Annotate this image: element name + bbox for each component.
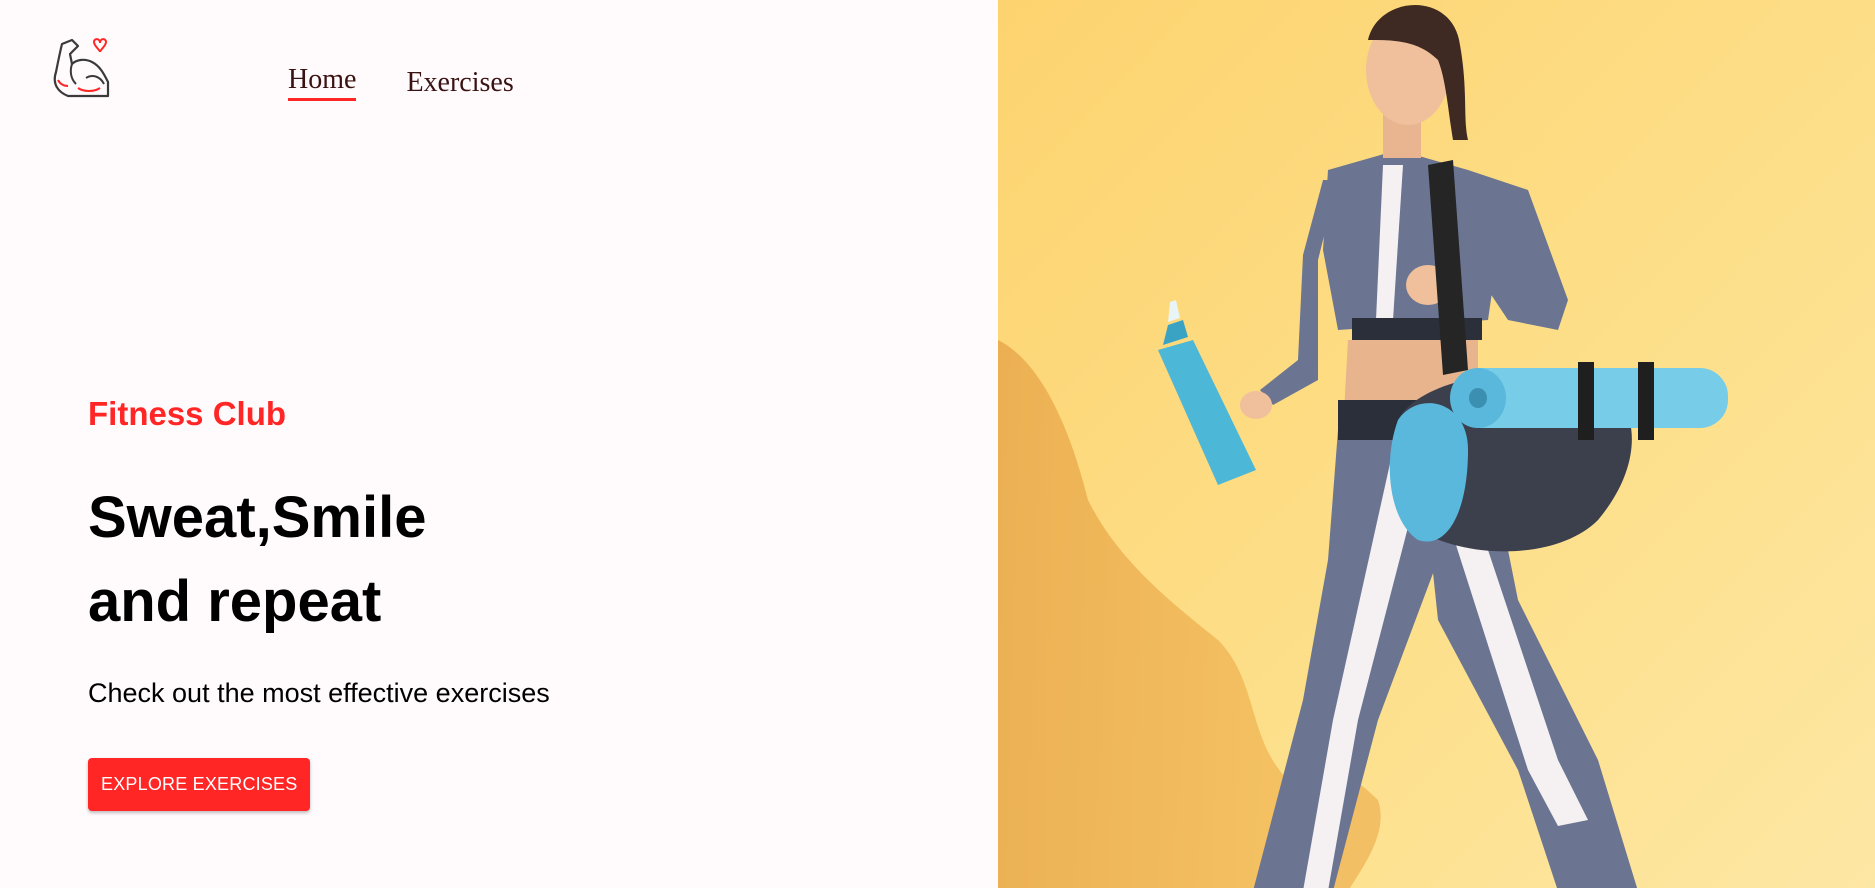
- flexed-arm-heart-icon[interactable]: [48, 34, 112, 100]
- nav-link-exercises[interactable]: Exercises: [406, 67, 513, 101]
- hero-title-line-2: and repeat: [88, 569, 382, 634]
- home-page: Home Exercises Fitness Club Sweat,Smile …: [0, 0, 1875, 888]
- hero-banner: Fitness Club Sweat,Smile and repeat Chec…: [88, 394, 888, 811]
- hero-tagline: Fitness Club: [88, 395, 287, 432]
- hero-subtitle: Check out the most effective exercises: [88, 678, 550, 708]
- hero-title: Sweat,Smile and repeat: [88, 476, 888, 644]
- explore-exercises-button[interactable]: EXPLORE EXERCISES: [88, 758, 311, 811]
- main-nav: Home Exercises: [288, 64, 514, 101]
- woman-with-gym-bag-illustration: [998, 0, 1875, 888]
- hero-left-pane: Home Exercises Fitness Club Sweat,Smile …: [0, 0, 998, 888]
- hero-banner-image: [998, 0, 1875, 888]
- hero-title-line-1: Sweat,Smile: [88, 485, 427, 550]
- nav-link-home[interactable]: Home: [288, 64, 357, 101]
